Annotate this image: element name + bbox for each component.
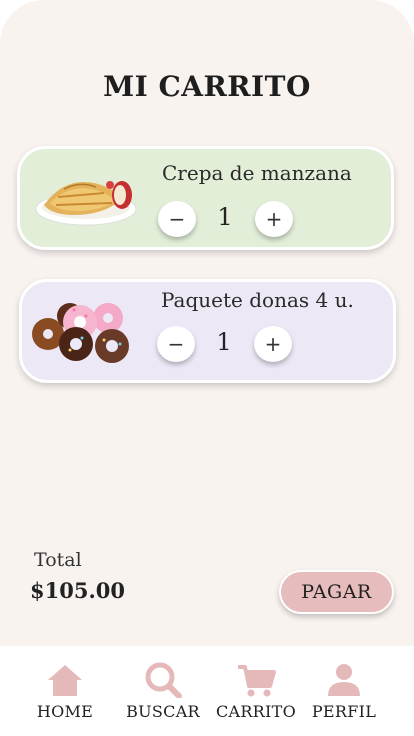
nav-item-buscar[interactable]: BUSCAR — [113, 662, 213, 732]
nav-item-perfil[interactable]: PERFIL — [294, 662, 394, 732]
nav-label: CARRITO — [215, 702, 297, 721]
nav-item-home[interactable]: HOME — [15, 662, 115, 732]
nav-label: BUSCAR — [126, 702, 200, 721]
user-icon — [328, 664, 360, 696]
cart-item-card[interactable]: Crepa de manzana − 1 + — [17, 146, 394, 250]
cart-icon — [238, 665, 276, 697]
nav-label: PERFIL — [311, 702, 377, 721]
quantity-value: 1 — [217, 203, 233, 231]
decrease-quantity-button[interactable]: − — [157, 326, 195, 362]
donuts-image — [32, 303, 129, 363]
minus-icon: − — [167, 332, 185, 356]
nav-label: HOME — [36, 702, 94, 721]
cart-screen: MI CARRITO Crepa de manzana − 1 + Paquet… — [0, 0, 414, 646]
quantity-stepper: − 1 + — [158, 201, 298, 241]
increase-quantity-button[interactable]: + — [254, 326, 292, 362]
nav-item-carrito[interactable]: CARRITO — [206, 662, 306, 732]
product-name: Crepa de manzana — [162, 161, 352, 185]
quantity-stepper: − 1 + — [157, 326, 297, 366]
crepe-image — [35, 181, 137, 226]
minus-icon: − — [168, 207, 186, 231]
increase-quantity-button[interactable]: + — [255, 201, 293, 237]
total-label: Total — [34, 549, 82, 571]
page-title: MI CARRITO — [103, 70, 311, 103]
plus-icon: + — [264, 332, 282, 356]
cart-item-card[interactable]: Paquete donas 4 u. − 1 + — [19, 279, 396, 383]
quantity-value: 1 — [216, 328, 232, 356]
product-name: Paquete donas 4 u. — [161, 288, 354, 312]
total-amount: $105.00 — [30, 578, 125, 603]
plus-icon: + — [265, 207, 283, 231]
decrease-quantity-button[interactable]: − — [158, 201, 196, 237]
pay-button[interactable]: PAGAR — [279, 570, 394, 614]
home-icon — [48, 665, 82, 696]
search-icon — [145, 662, 182, 698]
bottom-nav: HOME BUSCAR CARRITO PERFIL — [0, 646, 414, 736]
